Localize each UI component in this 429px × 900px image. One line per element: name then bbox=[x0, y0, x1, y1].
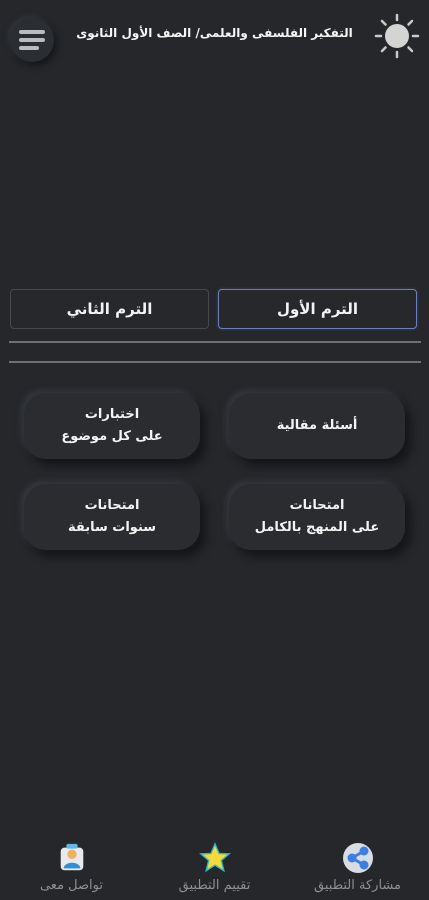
topic-quizzes-button[interactable]: اختبارات على كل موضوع bbox=[24, 393, 200, 459]
share-app-button[interactable]: مشاركة التطبيق bbox=[286, 838, 429, 900]
share-app-label: مشاركة التطبيق bbox=[314, 878, 401, 893]
bottom-navigation: مشاركة التطبيق تقييم التطبيق تواصل معى bbox=[0, 838, 429, 900]
card-label-line1: امتحانات bbox=[289, 498, 345, 513]
theme-toggle-button[interactable] bbox=[373, 12, 421, 60]
contact-icon bbox=[60, 843, 83, 871]
contact-me-button[interactable]: تواصل معى bbox=[0, 838, 143, 900]
app-header: التفكير الفلسفى والعلمى/ الصف الأول الثا… bbox=[0, 0, 429, 76]
term-tabs: الترم الثاني الترم الأول bbox=[10, 289, 419, 331]
divider-bottom bbox=[9, 361, 421, 363]
sun-icon bbox=[374, 13, 420, 59]
essay-questions-button[interactable]: أسئلة مقالية bbox=[229, 393, 405, 459]
card-label-line2: سنوات سابقة bbox=[67, 520, 157, 535]
tab-first-term[interactable]: الترم الأول bbox=[218, 289, 417, 329]
contact-me-label: تواصل معى bbox=[39, 878, 104, 893]
page-title: التفكير الفلسفى والعلمى/ الصف الأول الثا… bbox=[76, 26, 353, 40]
rate-app-button[interactable]: تقييم التطبيق bbox=[143, 838, 286, 900]
divider-top bbox=[9, 341, 421, 343]
card-label-line2: على المنهج بالكامل bbox=[254, 520, 380, 535]
full-curriculum-exams-button[interactable]: امتحانات على المنهج بالكامل bbox=[229, 484, 405, 550]
hamburger-menu-icon bbox=[19, 30, 45, 50]
rate-app-label: تقييم التطبيق bbox=[178, 878, 251, 893]
card-label-line2: على كل موضوع bbox=[61, 429, 163, 444]
tab-second-term[interactable]: الترم الثاني bbox=[10, 289, 209, 329]
card-label-line1: امتحانات bbox=[84, 498, 140, 513]
menu-grid: أسئلة مقالية اختبارات على كل موضوع امتحا… bbox=[0, 390, 429, 560]
card-label-line1: اختبارات bbox=[84, 407, 140, 422]
past-years-exams-button[interactable]: امتحانات سنوات سابقة bbox=[24, 484, 200, 550]
card-label-line1: أسئلة مقالية bbox=[276, 418, 358, 433]
share-icon bbox=[342, 843, 373, 873]
menu-button[interactable] bbox=[10, 18, 54, 62]
star-icon bbox=[198, 842, 231, 873]
